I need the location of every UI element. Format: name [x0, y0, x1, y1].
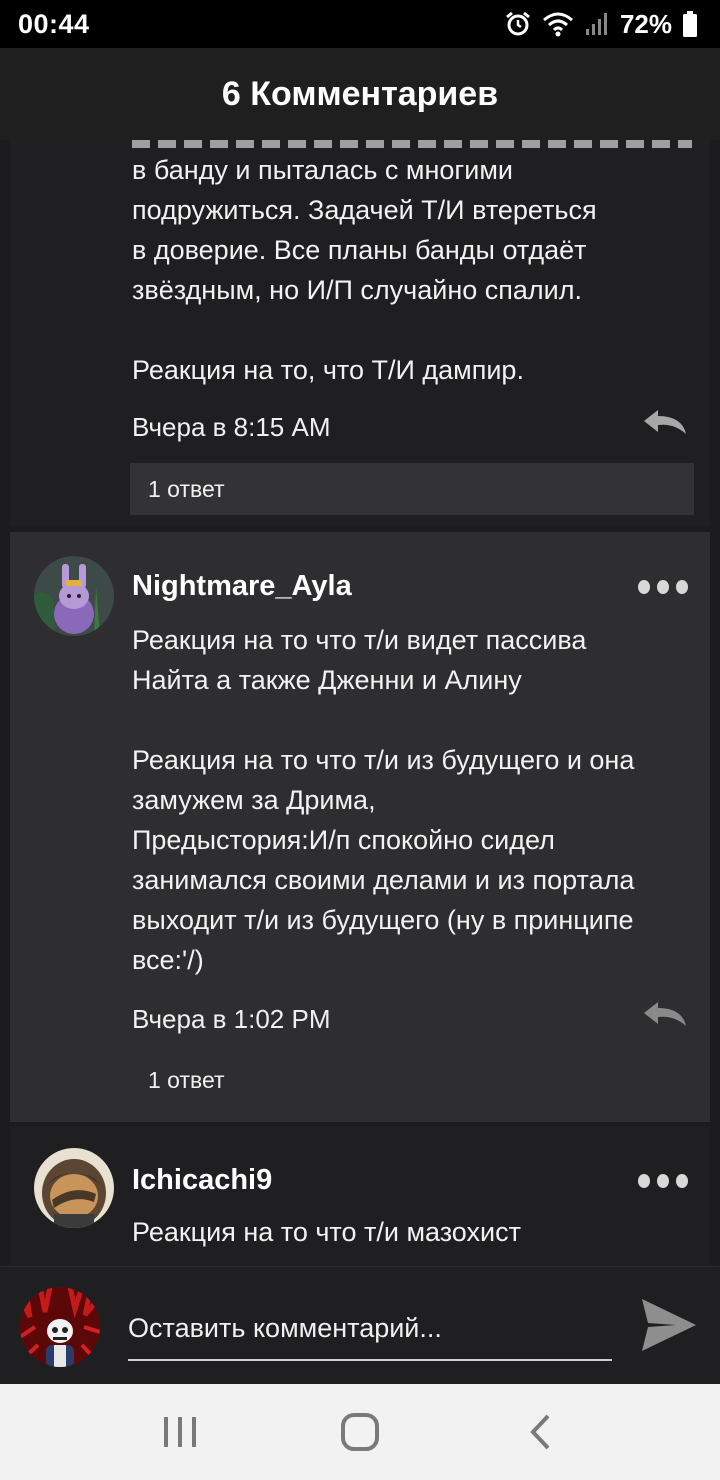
- comment-author[interactable]: Ichicachi9: [132, 1164, 272, 1197]
- wifi-icon: [542, 10, 574, 38]
- battery-icon: [682, 10, 698, 38]
- comment-text: Реакция на то что т/и видет пассива Найт…: [132, 625, 635, 975]
- reply-icon[interactable]: [642, 1000, 688, 1028]
- comment-text: в банду и пыталась с многими подружиться…: [132, 155, 597, 385]
- comment-author[interactable]: Nightmare_Ayla: [132, 570, 352, 603]
- comment-timestamp: Вчера в 8:15 AM: [132, 412, 331, 442]
- app-root: 00:44 72% 6 Комментариев в банду и пытал…: [0, 0, 720, 1480]
- battery-percent: 72%: [619, 8, 672, 39]
- send-icon: [642, 1299, 696, 1351]
- comment-item: в банду и пыталась с многими подружиться…: [10, 140, 710, 526]
- home-button[interactable]: [320, 1402, 400, 1462]
- page-title: 6 Комментариев: [221, 74, 499, 113]
- comment-timestamp: Вчера в 1:02 PM: [132, 1004, 331, 1034]
- comment-composer: [0, 1266, 720, 1384]
- comment-item: Nightmare_Ayla Реакция на то что т/и вид…: [10, 532, 710, 1122]
- more-options-icon[interactable]: [638, 580, 688, 594]
- user-avatar[interactable]: [20, 1287, 100, 1367]
- status-bar: 00:44 72%: [0, 0, 720, 48]
- back-icon: [530, 1414, 550, 1450]
- status-time: 00:44: [18, 8, 90, 39]
- avatar[interactable]: [34, 1148, 114, 1228]
- replies-button[interactable]: 1 ответ: [130, 1054, 694, 1106]
- comment-text: Реакция на то что т/и мазохист: [132, 1217, 521, 1247]
- reply-icon[interactable]: [642, 408, 688, 436]
- avatar[interactable]: [34, 556, 114, 636]
- comments-header: 6 Комментариев: [0, 48, 720, 140]
- home-icon: [341, 1413, 379, 1451]
- system-nav-bar: [0, 1384, 720, 1480]
- send-button[interactable]: [640, 1297, 698, 1358]
- comment-input[interactable]: [128, 1297, 612, 1361]
- replies-button[interactable]: 1 ответ: [130, 463, 694, 515]
- comment-list[interactable]: в банду и пыталась с многими подружиться…: [0, 140, 720, 1266]
- clipped-text-line: [132, 140, 692, 148]
- status-icons: 72%: [504, 9, 698, 40]
- more-options-icon[interactable]: [638, 1174, 688, 1188]
- recent-apps-button[interactable]: [140, 1402, 220, 1462]
- back-button[interactable]: [500, 1402, 580, 1462]
- signal-icon: [584, 11, 610, 37]
- alarm-icon: [504, 10, 532, 38]
- comment-item: Ichicachi9 Реакция на то что т/и мазохис…: [10, 1126, 710, 1266]
- recent-apps-icon: [164, 1417, 196, 1447]
